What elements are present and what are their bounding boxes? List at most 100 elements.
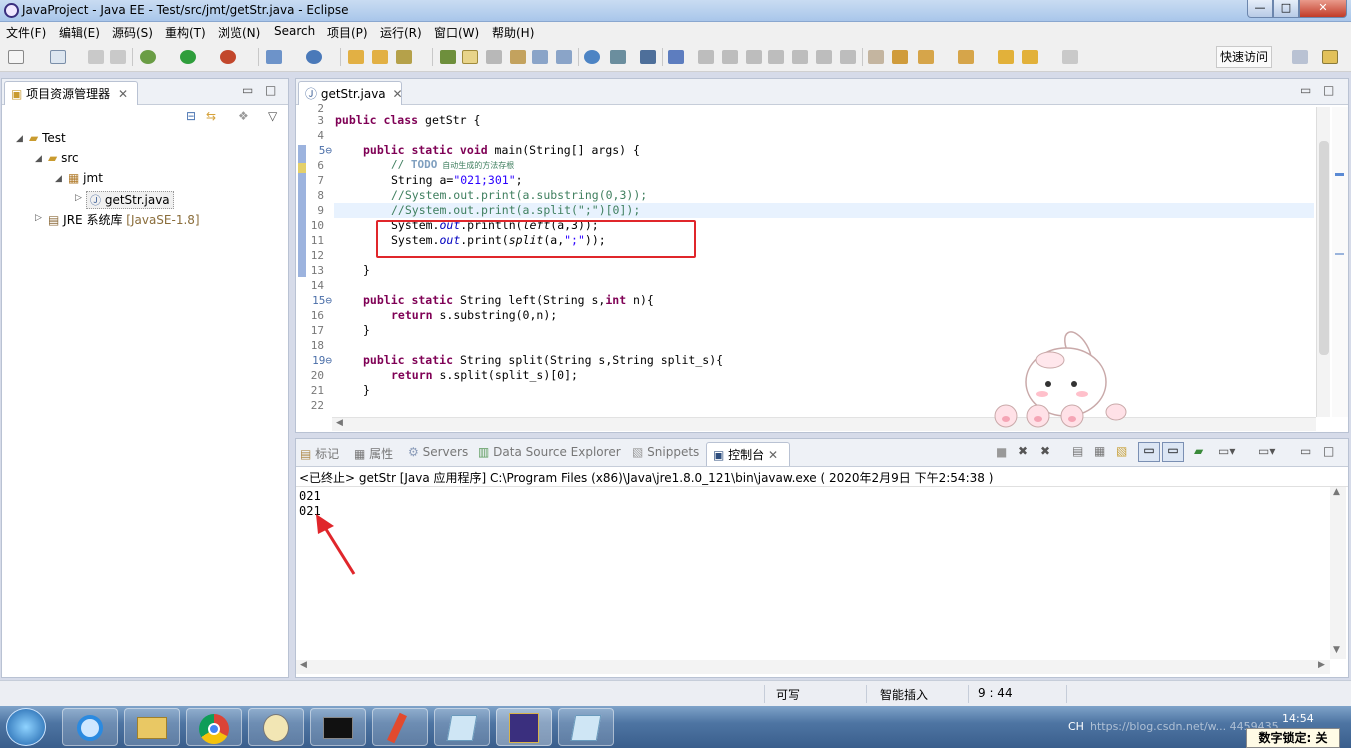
expand-toggle-icon[interactable]: ◢ xyxy=(55,174,62,184)
line-number-fold[interactable]: 19⊖ xyxy=(302,354,332,367)
show-console-stdout-icon[interactable]: ▭ xyxy=(1138,442,1160,462)
menu-search[interactable]: Search xyxy=(274,24,315,38)
maximize-view-icon[interactable]: □ xyxy=(1323,83,1334,97)
scroll-thumb[interactable] xyxy=(1319,141,1329,355)
next-annotation-icon[interactable] xyxy=(440,50,456,64)
maximize-view-icon[interactable]: □ xyxy=(265,83,276,97)
pin-console-icon[interactable]: ▰ xyxy=(1194,444,1203,458)
show-whitespace-icon[interactable] xyxy=(532,50,548,64)
run-external-icon[interactable] xyxy=(220,50,236,64)
minimize-view-icon[interactable]: ▭ xyxy=(1300,444,1311,458)
document-taskbar-button[interactable] xyxy=(434,708,490,746)
code-line-17[interactable]: } xyxy=(363,323,370,337)
show-console-stderr-icon[interactable]: ▭ xyxy=(1162,442,1184,462)
scroll-down-icon[interactable]: ▼ xyxy=(1333,645,1340,655)
remove-launch-icon[interactable]: ✖ xyxy=(1018,444,1028,458)
use-step-filters-icon[interactable] xyxy=(868,50,884,64)
scroll-up-icon[interactable]: ▲ xyxy=(1333,487,1340,497)
code-line-19[interactable]: public static String split(String s,Stri… xyxy=(363,353,723,367)
code-line-21[interactable]: } xyxy=(363,383,370,397)
code-line-5[interactable]: public static void main(String[] args) { xyxy=(363,143,640,157)
code-line-13[interactable]: } xyxy=(363,263,370,277)
code-line-15[interactable]: public static String left(String s,int n… xyxy=(363,293,654,307)
code-line-20[interactable]: return s.split(split_s)[0]; xyxy=(391,368,578,382)
suspend-icon[interactable] xyxy=(722,50,738,64)
cmd-taskbar-button[interactable] xyxy=(310,708,366,746)
code-line-16[interactable]: return s.substring(0,n); xyxy=(391,308,557,322)
maximize-button[interactable]: □ xyxy=(1273,0,1299,18)
pilcrow-icon[interactable] xyxy=(556,50,572,64)
open-type-icon[interactable] xyxy=(348,50,364,64)
overview-marker[interactable] xyxy=(1335,173,1344,176)
minimize-button[interactable]: — xyxy=(1247,0,1273,18)
console-vertical-scrollbar[interactable]: ▲ ▼ xyxy=(1330,487,1346,659)
chrome-taskbar-button[interactable] xyxy=(186,708,242,746)
app-taskbar-button[interactable] xyxy=(248,708,304,746)
code-line-7[interactable]: String a="021;301"; xyxy=(391,173,523,187)
toggle-breadcrumb-icon[interactable] xyxy=(486,50,502,64)
close-tab-icon[interactable]: ✕ xyxy=(768,448,778,462)
tab-console[interactable]: ▣ 控制台 ✕ xyxy=(706,442,790,466)
menu-file[interactable]: 文件(F) xyxy=(6,24,46,41)
scroll-lock-icon[interactable]: ▦ xyxy=(1094,444,1105,458)
minimize-view-icon[interactable]: ▭ xyxy=(1300,83,1311,97)
collapse-all-icon[interactable]: ⊟ xyxy=(186,109,196,123)
editor-horizontal-scrollbar[interactable]: ◀ xyxy=(332,417,1316,431)
menu-refactor[interactable]: 重构(T) xyxy=(165,24,206,41)
previous-annotation-icon[interactable] xyxy=(958,50,974,64)
globe-icon[interactable] xyxy=(584,50,600,64)
tab-markers[interactable]: ▤ 标记 xyxy=(300,445,339,462)
remove-all-terminated-icon[interactable]: ✖ xyxy=(1040,444,1050,458)
word-wrap-icon[interactable]: ▧ xyxy=(1116,444,1127,458)
tab-properties[interactable]: ▦ 属性 xyxy=(354,445,393,462)
tab-data-source-explorer[interactable]: ▥ Data Source Explorer xyxy=(478,445,621,459)
next-annotation-down-icon[interactable] xyxy=(918,50,934,64)
java-ee-perspective-icon[interactable] xyxy=(1322,50,1338,64)
menu-edit[interactable]: 编辑(E) xyxy=(59,24,100,41)
step-into-icon[interactable] xyxy=(792,50,808,64)
run-icon[interactable] xyxy=(180,50,196,64)
clear-console-icon[interactable]: ▤ xyxy=(1072,444,1083,458)
open-resource-icon[interactable] xyxy=(372,50,388,64)
debug-icon[interactable] xyxy=(140,50,156,64)
expand-toggle-icon[interactable]: ◢ xyxy=(35,154,42,164)
quick-access-input[interactable]: 快速访问 xyxy=(1216,46,1272,68)
link-with-editor-icon[interactable]: ⇆ xyxy=(206,109,216,123)
display-selected-console-icon[interactable]: ▭▾ xyxy=(1218,444,1235,458)
save-all-icon[interactable] xyxy=(110,50,126,64)
block-selection-icon[interactable] xyxy=(510,50,526,64)
resume-icon[interactable] xyxy=(698,50,714,64)
menu-run[interactable]: 运行(R) xyxy=(380,24,422,41)
open-perspective-icon[interactable] xyxy=(1292,50,1308,64)
step-over-icon[interactable] xyxy=(816,50,832,64)
back-icon[interactable] xyxy=(1022,50,1038,64)
terminate-icon[interactable] xyxy=(746,50,762,64)
scroll-left-icon[interactable]: ◀ xyxy=(300,660,307,670)
terminate-icon[interactable]: ■ xyxy=(996,445,1007,459)
tree-item-src[interactable]: ▰ src xyxy=(48,151,79,165)
line-number-fold[interactable]: 15⊖ xyxy=(302,294,332,307)
line-number-fold[interactable]: 5⊖ xyxy=(302,144,332,157)
collapse-toggle-icon[interactable]: ▷ xyxy=(35,213,42,223)
new-class-icon[interactable] xyxy=(306,50,322,64)
new-project-icon[interactable] xyxy=(50,50,66,64)
eclipse-taskbar-button[interactable] xyxy=(496,708,552,746)
overview-marker[interactable] xyxy=(1335,253,1344,255)
skip-breakpoints-icon[interactable] xyxy=(668,50,684,64)
next-edit-icon[interactable] xyxy=(892,50,908,64)
open-console-icon[interactable]: ▭▾ xyxy=(1258,444,1275,458)
maximize-view-icon[interactable]: □ xyxy=(1323,444,1334,458)
start-button[interactable] xyxy=(6,708,46,746)
new-server-icon[interactable] xyxy=(266,50,282,64)
input-language-indicator[interactable]: CH xyxy=(1068,720,1084,733)
clock[interactable]: 14:54 xyxy=(1282,712,1314,725)
new-icon[interactable] xyxy=(8,50,24,64)
view-menu-icon[interactable]: ▽ xyxy=(268,109,277,123)
menu-project[interactable]: 项目(P) xyxy=(327,24,368,41)
last-edit-location-icon[interactable] xyxy=(998,50,1014,64)
step-return-icon[interactable] xyxy=(840,50,856,64)
notepad-taskbar-button[interactable] xyxy=(372,708,428,746)
scroll-right-icon[interactable]: ▶ xyxy=(1318,660,1325,670)
code-line-8[interactable]: //System.out.print(a.substring(0,3)); xyxy=(391,188,647,202)
console-horizontal-scrollbar[interactable]: ◀ ▶ xyxy=(296,660,1330,674)
